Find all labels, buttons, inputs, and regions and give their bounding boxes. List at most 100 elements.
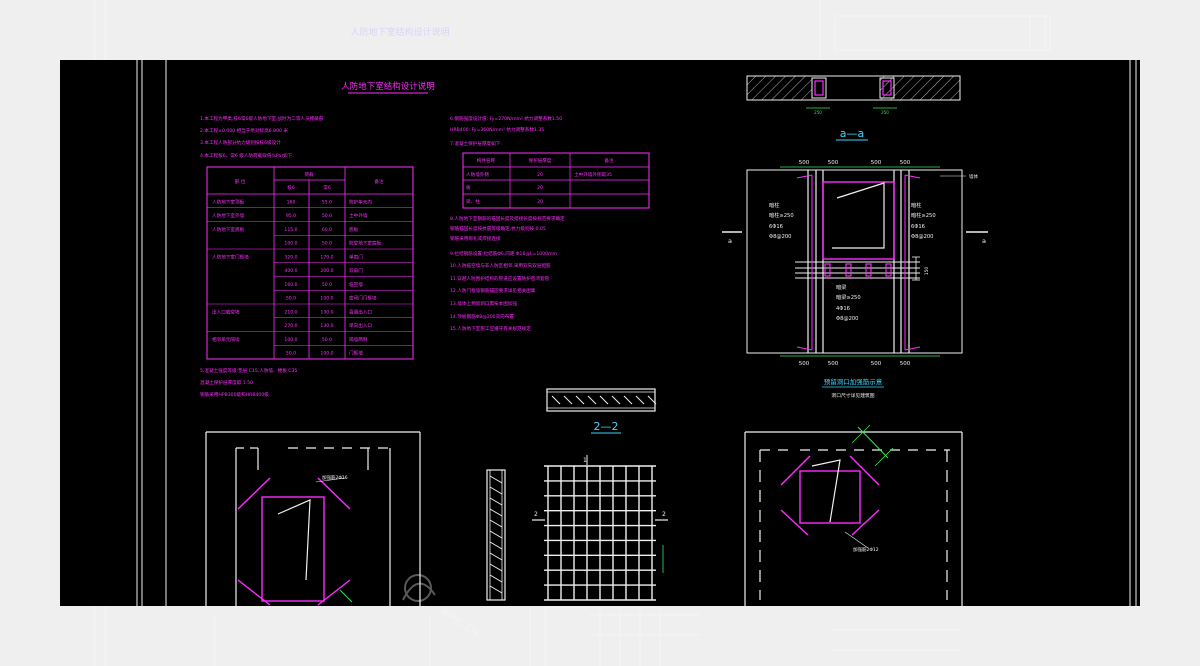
load-table-cell: 密闭门门框墙 bbox=[349, 295, 377, 302]
section-marker-1: 1 bbox=[583, 457, 587, 464]
cover-header-thickness: 保护层厚度 bbox=[529, 157, 552, 164]
cover-header-note: 备注 bbox=[604, 157, 614, 164]
left-rebar-3: 6Φ16 bbox=[769, 224, 783, 230]
rebar-label-right: 加强筋2Φ12 bbox=[853, 546, 879, 553]
axis-a-right: a bbox=[982, 237, 986, 245]
section-2-2-label: 2—2 bbox=[594, 420, 619, 433]
load-table-cell: 人防地下室门框墙 bbox=[212, 253, 249, 260]
load-table-header-load: 荷载 bbox=[304, 171, 314, 178]
load-table-cell: 50.0 bbox=[322, 282, 332, 288]
note-line: 2.本工程±0.000 相当于绝对标高6.800 米 bbox=[200, 127, 288, 134]
note-line: 5.混凝土强度等级:垫层 C15,人防墙、楼板 C35 bbox=[200, 367, 297, 374]
load-table-cell: 直通出入口 bbox=[349, 308, 372, 315]
note-line: 4.本工程核6、常6 级人防荷载取值(kPa)如下: bbox=[200, 152, 294, 159]
section-marker-2-left: 2 bbox=[534, 511, 538, 518]
mid-rebar-1: 暗梁 bbox=[836, 283, 846, 291]
load-table-cell: 人防地下室顶板 bbox=[212, 198, 245, 205]
note-line: HRB400: Fy=360N/mm² 抗力调整系数1.35 bbox=[450, 126, 544, 133]
cover-table-cell: 20 bbox=[537, 199, 543, 205]
load-table-cell: 门框墙 bbox=[349, 350, 363, 357]
load-table-cell: 55.0 bbox=[322, 199, 332, 205]
load-table-cell: 160.0 bbox=[284, 282, 297, 288]
load-table-cell: 临空墙 bbox=[349, 281, 363, 288]
cover-header-member: 构件名称 bbox=[477, 157, 496, 164]
drawing-title: 人防地下室结构设计说明 bbox=[341, 81, 435, 92]
note-line: 钢筋锚固长度按抗震等级确定,抗力级别按 0.05 bbox=[450, 225, 546, 232]
dim-150: 150 bbox=[924, 267, 930, 276]
cover-table-cell: 人防墙外侧 bbox=[466, 171, 489, 178]
load-table-header-part: 部 位 bbox=[235, 178, 246, 185]
load-table-cell: 人防地下室外墙 bbox=[212, 212, 245, 219]
load-table-cell: 单向出入口 bbox=[349, 322, 372, 329]
wall-label: 墙体 bbox=[969, 173, 978, 180]
background-title-echo: 人防地下室结构设计说明 bbox=[350, 26, 449, 38]
load-table-cell: 160 bbox=[287, 199, 296, 205]
load-table-cell: 100.0 bbox=[284, 241, 297, 247]
note-line: 8.人防地下室钢筋的锚固长度及搭接长度按规范要求确定 bbox=[450, 215, 565, 222]
right-rebar-4: Φ8@200 bbox=[911, 234, 933, 240]
note-line: 11.穿越人防围护结构的管道应设置防护密闭套管 bbox=[450, 275, 550, 282]
note-line: 1.本工程为甲类,核6常6级人防地下室,战时为二等人员掩蔽部 bbox=[200, 115, 324, 122]
note-line: 12.人防门框墙钢筋锚固要求详见相关图集 bbox=[450, 287, 536, 294]
load-table-cell: 50.0 bbox=[286, 296, 296, 302]
note-line: 混凝土保护层厚度取 1.50 bbox=[200, 379, 253, 386]
load-table-cell: 土中外墙 bbox=[349, 212, 368, 219]
load-table-cell: 双扇门 bbox=[349, 267, 363, 274]
load-table-cell: 270.0 bbox=[284, 323, 297, 329]
load-table-header-note: 备注 bbox=[374, 178, 384, 185]
note-line: 钢筋采用HPB300级和HRB400级 bbox=[200, 391, 269, 398]
dim-top-1: 500 bbox=[799, 160, 810, 166]
dim-top-3: 500 bbox=[871, 160, 882, 166]
note-line: 15.人防地下室施工应遵守有关规范规定 bbox=[450, 325, 531, 332]
note-line: 6.钢筋强度设计值: Fy=270N/mm² 抗力调整系数1.50 bbox=[450, 115, 562, 122]
note-line: 3.本工程人防部分抗力级别按核6级设计 bbox=[200, 139, 281, 146]
cad-drawing: 人防地下室结构设计说明 人防地下室结构设计说明 1.本工程为甲类,核6常6级人防… bbox=[60, 0, 1140, 666]
right-rebar-1: 暗柱 bbox=[911, 201, 921, 209]
load-table-cell: 100.0 bbox=[320, 351, 333, 357]
note-line: 13.墙体上预留洞口需按本图加强 bbox=[450, 300, 517, 307]
note-line: 7.混凝土保护层厚度如下: bbox=[450, 140, 502, 147]
load-table-cell: 50.0 bbox=[322, 241, 332, 247]
cover-table-cell: 20 bbox=[537, 185, 543, 191]
load-table-cell: 100.0 bbox=[284, 337, 297, 343]
left-rebar-2: 暗柱≥250 bbox=[769, 211, 794, 219]
load-table-cell: 相邻单元隔墙 bbox=[212, 336, 240, 343]
load-table-cell: 130.0 bbox=[320, 323, 333, 329]
dim-bottom-2: 500 bbox=[828, 361, 839, 367]
note-line: 9.拉结钢筋设置:拉结筋Φ6,间距 Φ16@L=1000mm bbox=[450, 250, 558, 257]
dim-bottom-1: 500 bbox=[799, 361, 810, 367]
load-table-cell: 底板 bbox=[349, 226, 359, 233]
load-table-cell: 单扇门 bbox=[349, 253, 363, 260]
load-table-cell: 出入口临空墙 bbox=[212, 308, 240, 315]
load-table-cell: 320.0 bbox=[284, 254, 297, 260]
load-table-cell: 210.0 bbox=[284, 309, 297, 315]
note-line: 14.顶板钢筋Φ8@200双向布置 bbox=[450, 313, 514, 320]
left-rebar-4: Φ8@200 bbox=[769, 234, 791, 240]
load-table-sub-conventional: 常6 bbox=[323, 184, 331, 191]
section-a-a-label: a—a bbox=[840, 127, 864, 140]
mid-rebar-4: Φ8@200 bbox=[836, 316, 858, 322]
dim-250-right: 250 bbox=[881, 110, 889, 115]
load-table-cell: 50.0 bbox=[322, 337, 332, 343]
load-table-sub-nuclear: 核6 bbox=[287, 184, 295, 191]
right-rebar-2: 暗柱≥250 bbox=[911, 211, 936, 219]
watermark-text: NIPIC.CN bbox=[438, 605, 480, 639]
dim-top-4: 500 bbox=[900, 160, 911, 166]
load-table-cell: 115.0 bbox=[284, 227, 297, 233]
dim-bottom-3: 500 bbox=[871, 361, 882, 367]
load-table-cell: 95.0 bbox=[286, 213, 296, 219]
note-line: 10.人防临空墙与非人防区相邻,采用双向双层配筋 bbox=[450, 262, 551, 269]
load-table-cell: 防护单元内 bbox=[349, 198, 372, 205]
opening-subcaption: 洞口尺寸详见建筑图 bbox=[831, 392, 874, 399]
dim-top-2: 500 bbox=[828, 160, 839, 166]
load-table-cell: 隔墙两侧 bbox=[349, 336, 368, 343]
load-table-cell: 130.0 bbox=[320, 309, 333, 315]
cover-table-cell: 板 bbox=[466, 184, 471, 191]
load-table-cell: 100.0 bbox=[320, 296, 333, 302]
mid-rebar-2: 暗梁≥250 bbox=[836, 293, 861, 301]
load-table-cell: 200.0 bbox=[320, 268, 333, 274]
dim-250-left: 250 bbox=[814, 110, 822, 115]
load-table-cell: 50.0 bbox=[286, 351, 296, 357]
load-table-cell: 人防地下室底板 bbox=[212, 226, 245, 233]
load-table-cell: 60.0 bbox=[322, 227, 332, 233]
